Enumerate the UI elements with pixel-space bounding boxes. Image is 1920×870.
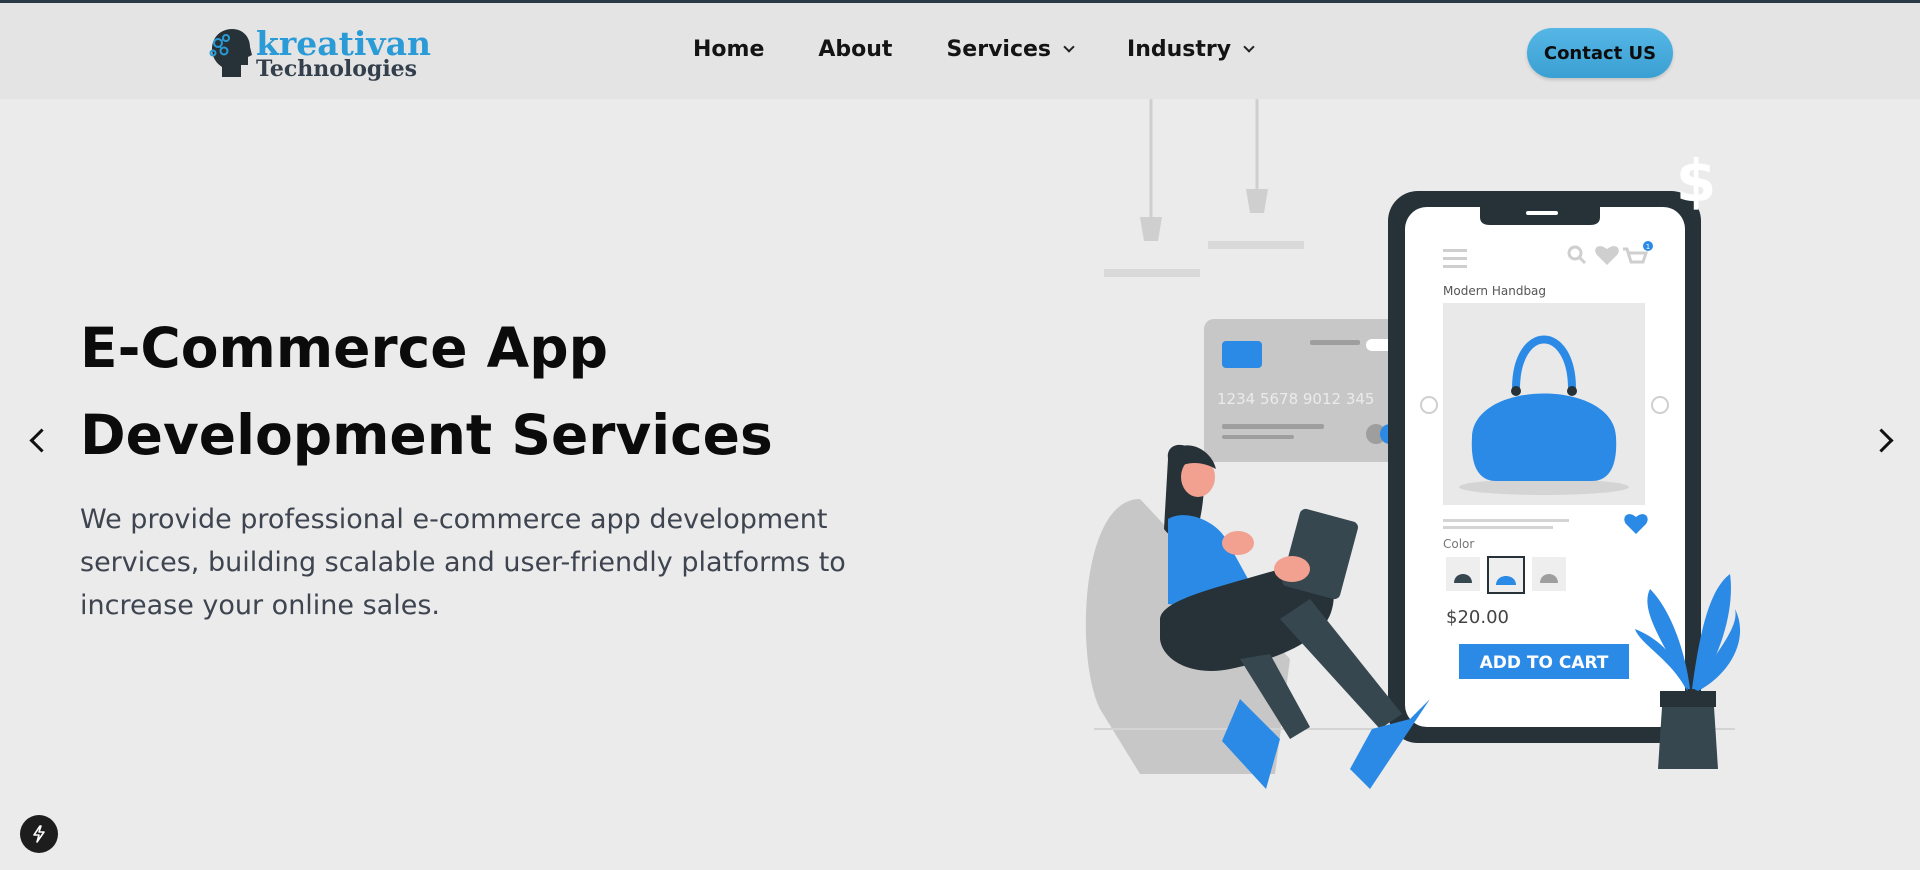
hero-description-line: increase your online sales.	[80, 590, 440, 621]
color-swatches	[1446, 556, 1566, 594]
nav-industry[interactable]: Industry	[1127, 37, 1255, 62]
carousel-next-arrow-icon[interactable]	[1866, 422, 1902, 458]
card-number: 1234 5678 9012 345	[1217, 390, 1374, 408]
logo-head-icon	[209, 29, 252, 77]
site-header: kreativan Technologies Home About Servic…	[0, 3, 1920, 99]
cart-count: 1	[1646, 243, 1650, 251]
phone-mockup: 1 Modern Handbag Color $20.00 ADD TO CAR…	[1388, 191, 1701, 743]
hero-description-line: services, building scalable and user-fri…	[80, 547, 846, 578]
logo[interactable]: kreativan Technologies	[208, 23, 434, 83]
logo-name: kreativan	[256, 23, 431, 63]
nav-services[interactable]: Services	[946, 37, 1075, 62]
nav-home[interactable]: Home	[693, 37, 764, 62]
hero-description: We provide professional e-commerce app d…	[80, 498, 880, 627]
ecommerce-illustration: 1234 5678 9012 345 1 Modern Handbag Colo…	[1085, 99, 1741, 789]
nav-about-label: About	[818, 37, 893, 62]
bolt-glyph	[33, 825, 45, 843]
nav-industry-label: Industry	[1127, 37, 1232, 62]
menu-icon	[1443, 249, 1467, 268]
credit-card-icon: 1234 5678 9012 345	[1204, 319, 1404, 462]
main-nav: Home About Services Industry	[693, 37, 1255, 62]
nav-services-label: Services	[946, 37, 1052, 62]
hero-title-line: Development Services	[80, 403, 773, 467]
lamp-icon	[1208, 99, 1304, 249]
color-label: Color	[1443, 537, 1474, 551]
hero-title: E-Commerce App Development Services	[80, 305, 880, 479]
product-title: Modern Handbag	[1443, 284, 1546, 298]
chevron-down-icon	[1063, 41, 1075, 53]
lamp-icon	[1104, 99, 1200, 277]
lightning-icon[interactable]	[20, 815, 58, 853]
dollar-icon: $	[1676, 147, 1716, 215]
contact-us-button[interactable]: Contact US	[1527, 28, 1673, 78]
hero-description-line: We provide professional e-commerce app d…	[80, 504, 828, 535]
nav-home-label: Home	[693, 37, 765, 62]
logo-subtitle: Technologies	[256, 55, 418, 82]
hero-title-line: E-Commerce App	[80, 316, 608, 380]
carousel-prev-arrow-icon[interactable]	[18, 422, 54, 458]
product-price: $20.00	[1446, 607, 1509, 628]
nav-about[interactable]: About	[818, 37, 892, 62]
chevron-down-icon	[1243, 41, 1255, 53]
add-to-cart-label: ADD TO CART	[1480, 653, 1609, 673]
